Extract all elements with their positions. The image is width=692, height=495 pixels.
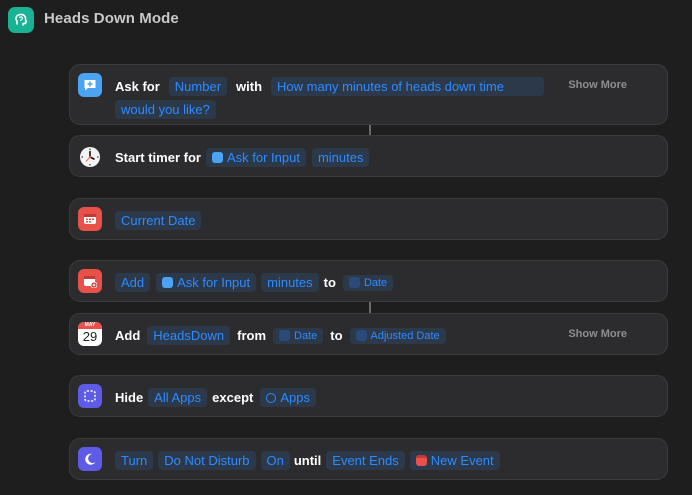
shortcut-title: Heads Down Mode xyxy=(44,10,179,27)
calendar-day: 29 xyxy=(82,329,98,344)
dotted-square-icon xyxy=(78,384,102,408)
calendar-icon xyxy=(355,330,367,341)
action-current-date[interactable]: Current Date xyxy=(69,198,668,240)
action-verb-token[interactable]: Add xyxy=(115,273,151,292)
variable-ask-for-input[interactable]: Ask for Input xyxy=(205,148,306,167)
brain-icon[interactable] xyxy=(8,7,34,33)
title-bar: Heads Down Mode xyxy=(0,0,692,42)
from-label: from xyxy=(237,328,266,343)
show-more-button[interactable]: Show More xyxy=(568,79,627,91)
action-add-event[interactable]: MAY 29 Add HeadsDown from Date to Adjust… xyxy=(69,313,668,355)
turn-token[interactable]: Turn xyxy=(115,451,154,470)
clock-icon xyxy=(78,145,102,169)
to-label: to xyxy=(330,328,343,343)
action-verb: Add xyxy=(115,328,141,343)
action-set-focus[interactable]: Turn Do Not Disturb On until Event Ends … xyxy=(69,438,668,480)
calendar-icon xyxy=(415,455,427,466)
condition-token[interactable]: Event Ends xyxy=(326,451,405,470)
show-more-button[interactable]: Show More xyxy=(568,328,627,340)
apps-token[interactable]: Apps xyxy=(260,388,316,407)
ask-for-input-icon xyxy=(162,277,174,288)
calendar-month: MAY xyxy=(78,322,102,329)
hide-target-token[interactable]: All Apps xyxy=(148,388,208,407)
unit-token[interactable]: minutes xyxy=(261,273,319,292)
current-date-token[interactable]: Current Date xyxy=(115,211,202,230)
calendar-icon xyxy=(279,330,290,341)
apps-icon xyxy=(266,392,277,403)
input-type-token[interactable]: Number xyxy=(168,77,228,96)
variable-adjusted-date[interactable]: Adjusted Date xyxy=(349,327,446,344)
with-label: with xyxy=(236,79,263,94)
variable-ask-for-input[interactable]: Ask for Input xyxy=(156,273,257,292)
unit-token[interactable]: minutes xyxy=(311,148,370,167)
calendar-icon xyxy=(348,277,360,288)
action-hide-apps[interactable]: Hide All Apps except Apps xyxy=(69,375,668,417)
ask-for-input-icon xyxy=(78,73,102,97)
action-verb: Start timer for xyxy=(115,150,201,165)
prompt-token-line1[interactable]: How many minutes of heads down time xyxy=(271,77,544,96)
connector-line xyxy=(369,124,371,135)
calendar-icon xyxy=(78,207,102,231)
action-ask-for-input[interactable]: Ask for Number with How many minutes of … xyxy=(69,64,668,125)
except-label: except xyxy=(212,390,254,405)
moon-icon xyxy=(78,447,102,471)
event-name-token[interactable]: HeadsDown xyxy=(147,326,231,345)
until-label: until xyxy=(293,453,322,468)
calendar-add-icon xyxy=(78,269,102,293)
calendar-29-icon: MAY 29 xyxy=(78,322,102,346)
ask-for-input-icon xyxy=(211,152,223,163)
prompt-token-line2[interactable]: would you like? xyxy=(115,100,216,119)
action-verb: Ask for xyxy=(115,79,160,94)
action-verb: Hide xyxy=(115,390,144,405)
to-label: to xyxy=(323,275,336,290)
action-start-timer[interactable]: Start timer for Ask for Input minutes xyxy=(69,135,668,177)
focus-mode-token[interactable]: Do Not Disturb xyxy=(158,451,256,470)
state-token[interactable]: On xyxy=(260,451,290,470)
variable-date[interactable]: Date xyxy=(273,327,324,344)
variable-new-event[interactable]: New Event xyxy=(409,451,500,470)
action-adjust-date[interactable]: Add Ask for Input minutes to Date xyxy=(69,260,668,302)
variable-date[interactable]: Date xyxy=(342,274,394,291)
connector-line xyxy=(369,301,371,313)
